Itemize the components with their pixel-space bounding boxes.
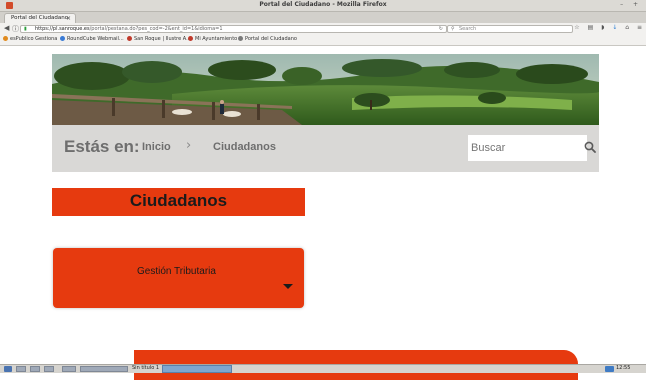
taskbar-window[interactable]: [80, 366, 128, 372]
url-text: https://pl.sanroque.es/portal/pestana.do…: [35, 26, 223, 32]
info-icon[interactable]: ⓘ: [12, 24, 19, 34]
search-input[interactable]: [468, 135, 587, 161]
download-icon[interactable]: ↓: [612, 24, 617, 31]
bookmark-item[interactable]: esPublico Gestiona: [3, 36, 57, 42]
accordion-label: Gestión Tributaria: [137, 266, 216, 277]
breadcrumb-prefix: Estás en:: [64, 137, 140, 156]
search-icon: ⚲: [451, 26, 455, 32]
taskbar-window-label[interactable]: Sin título 1: [132, 365, 159, 371]
reload-icon[interactable]: ↻: [439, 26, 443, 32]
taskbar-launcher[interactable]: [44, 366, 54, 372]
accordion-gestion-tributaria[interactable]: Gestión Tributaria: [53, 248, 304, 308]
navigation-bar: ◀ ⓘ ▮ https://pl.sanroque.es/portal/pest…: [0, 23, 646, 35]
bookmark-item[interactable]: RoundCube Webmail...: [60, 36, 124, 42]
window-controls[interactable]: – +: [620, 1, 642, 8]
breadcrumb-current: Ciudadanos: [213, 141, 276, 153]
bookmarks-toolbar: esPublico Gestiona RoundCube Webmail... …: [0, 35, 646, 46]
bookmark-icon: [60, 36, 65, 41]
browser-search-placeholder: Search: [459, 26, 477, 32]
bookmark-item[interactable]: San Roque | Ilustre A...: [127, 36, 191, 42]
tab-portal-del-ciudadano[interactable]: Portal del Ciudadano ×: [4, 13, 76, 23]
bookmark-star-icon[interactable]: ☆: [574, 24, 579, 31]
start-menu-icon[interactable]: [4, 366, 12, 372]
golf-course-photo: [52, 54, 599, 125]
menu-icon[interactable]: ≡: [637, 24, 642, 31]
search-icon[interactable]: [584, 141, 596, 153]
bookmark-icon: [127, 36, 132, 41]
taskbar-launcher[interactable]: [30, 366, 40, 372]
bookmark-item[interactable]: Portal del Ciudadano: [238, 36, 297, 42]
library-icon[interactable]: ▤: [588, 24, 594, 31]
toolbar-icons: ☆ ▤ ◗ ↓ ⌂ ≡: [568, 24, 642, 31]
lock-icon: ▮: [24, 26, 27, 32]
section-banner: Ciudadanos: [52, 188, 305, 216]
taskbar-launcher[interactable]: [62, 366, 76, 372]
caret-down-icon: [283, 284, 293, 289]
network-icon[interactable]: [605, 366, 614, 372]
hero-image: [52, 54, 599, 125]
window-title: Portal del Ciudadano - Mozilla Firefox: [259, 1, 387, 8]
back-arrow-icon[interactable]: ◀: [4, 24, 9, 32]
chevron-right-icon: ›: [186, 138, 192, 153]
bookmark-icon: [3, 36, 8, 41]
browser-search-bar[interactable]: ⚲ Search: [447, 25, 573, 33]
home-icon[interactable]: ⌂: [625, 24, 629, 31]
pocket-icon[interactable]: ◗: [601, 24, 604, 31]
url-bar[interactable]: ▮ https://pl.sanroque.es/portal/pestana.…: [20, 25, 447, 33]
window-titlebar: Portal del Ciudadano - Mozilla Firefox –…: [0, 0, 646, 12]
breadcrumb-bar: Estás en: Inicio › Ciudadanos: [52, 125, 599, 172]
tab-strip: Portal del Ciudadano × +: [0, 12, 646, 33]
close-tab-icon[interactable]: ×: [66, 15, 71, 22]
breadcrumb-home-link[interactable]: Inicio: [142, 141, 171, 153]
tab-label: Portal del Ciudadano: [11, 15, 69, 21]
page-title: Ciudadanos: [129, 191, 228, 210]
bookmark-icon: [238, 36, 243, 41]
clock: 12:55: [616, 365, 631, 371]
bookmark-icon: [188, 36, 193, 41]
bookmark-item[interactable]: Mi Ayuntamiento: [188, 36, 237, 42]
taskbar-launcher[interactable]: [16, 366, 26, 372]
